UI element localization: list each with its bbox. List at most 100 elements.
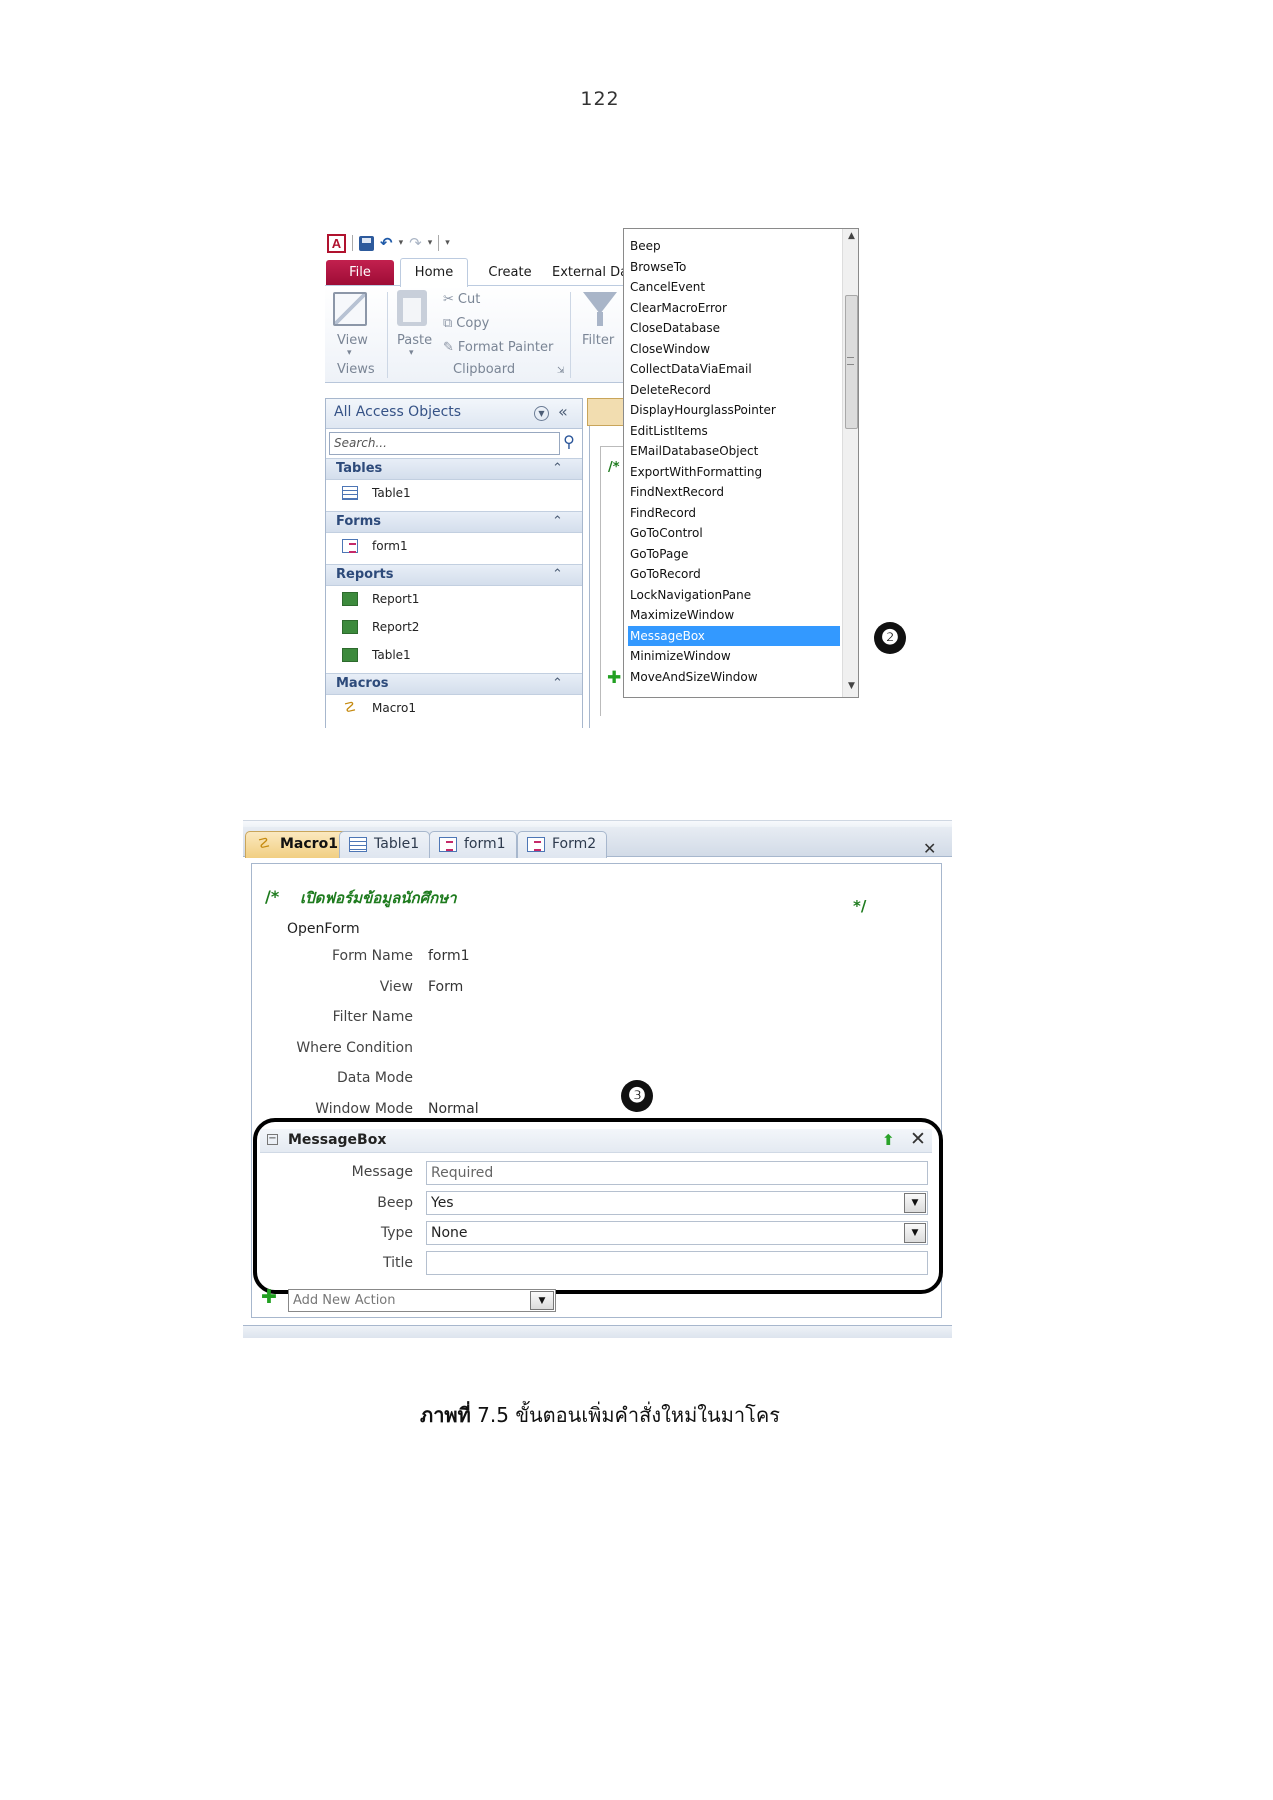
tab-form1[interactable]: form1 <box>429 831 517 858</box>
action-list-item[interactable]: GoToControl <box>628 523 840 543</box>
close-icon[interactable]: ✕ <box>923 839 936 858</box>
copy-button[interactable]: ⧉ Copy <box>443 316 489 331</box>
collapse-group-icon[interactable]: ⌃ <box>552 567 563 582</box>
tab-file[interactable]: File <box>326 260 394 285</box>
macro-tab[interactable] <box>587 398 627 426</box>
messagebox-message-input[interactable]: Required <box>426 1161 928 1185</box>
action-list-item[interactable]: ClearMacroError <box>628 298 840 318</box>
action-list-item[interactable]: GoToRecord <box>628 564 840 584</box>
action-list-item[interactable]: DeleteRecord <box>628 380 840 400</box>
chevron-down-icon[interactable]: ▼ <box>904 1223 926 1243</box>
customize-toolbar-icon[interactable]: ▾ <box>445 238 450 248</box>
tab-home[interactable]: Home <box>400 258 468 287</box>
scroll-up-icon[interactable]: ▲ <box>843 231 858 241</box>
scroll-grip <box>847 357 854 365</box>
collapse-group-icon[interactable]: ⌃ <box>552 514 563 529</box>
action-list-item[interactable]: GoToPage <box>628 544 840 564</box>
tab-create[interactable]: Create <box>480 260 540 285</box>
nav-group-macros[interactable]: Macros ⌃ <box>326 673 582 695</box>
view-icon[interactable] <box>333 292 367 326</box>
macro-comment-text[interactable]: เปิดฟอร์มข้อมูลนักศึกษา <box>300 886 457 910</box>
arg-value-window-mode[interactable]: Normal <box>428 1101 479 1117</box>
chevron-down-icon[interactable]: ▼ <box>534 406 549 421</box>
arg-label-where-condition: Where Condition <box>296 1040 413 1056</box>
view-dropdown-icon[interactable]: ▾ <box>347 348 352 358</box>
filter-icon[interactable] <box>583 292 617 326</box>
messagebox-type-select[interactable]: None ▼ <box>426 1221 928 1245</box>
search-icon[interactable]: ⚲ <box>558 432 580 455</box>
action-list-item[interactable]: FindRecord <box>628 503 840 523</box>
action-list-item[interactable]: CloseWindow <box>628 339 840 359</box>
view-button[interactable]: View <box>337 333 368 348</box>
action-list-item[interactable]: ExportWithFormatting <box>628 462 840 482</box>
chevron-down-icon[interactable]: ▼ <box>904 1193 926 1213</box>
report-icon <box>342 592 358 606</box>
action-list-item[interactable]: EMailDatabaseObject <box>628 441 840 461</box>
nav-group-reports[interactable]: Reports ⌃ <box>326 564 582 586</box>
nav-item-macro1[interactable]: ☡ Macro1 <box>326 695 582 723</box>
messagebox-title-input[interactable] <box>426 1251 928 1275</box>
nav-group-title: Reports <box>336 567 394 582</box>
save-icon[interactable] <box>359 235 374 251</box>
action-list-item[interactable]: MaximizeWindow <box>628 605 840 625</box>
collapse-group-icon[interactable]: ⌃ <box>552 461 563 476</box>
add-action-plus-icon[interactable]: ✚ <box>261 1286 277 1308</box>
nav-item-table1[interactable]: Table1 <box>326 480 582 508</box>
action-list-item[interactable]: MessageBox <box>628 625 840 646</box>
paste-dropdown-icon[interactable]: ▾ <box>409 348 414 358</box>
undo-icon[interactable]: ↶ <box>380 234 393 252</box>
redo-dropdown-icon[interactable]: ▾ <box>428 238 433 248</box>
action-list-item[interactable]: Beep <box>628 236 840 256</box>
clipboard-launcher-icon[interactable]: ⇲ <box>557 366 565 376</box>
nav-item-form1[interactable]: form1 <box>326 533 582 561</box>
move-up-arrow-icon[interactable]: ⬆ <box>882 1131 895 1149</box>
delete-action-icon[interactable]: ✕ <box>910 1128 926 1150</box>
action-list-item[interactable]: EditListItems <box>628 421 840 441</box>
arg-value-view[interactable]: Form <box>428 979 463 995</box>
cut-button[interactable]: ✂ Cut <box>443 292 480 307</box>
add-new-action-placeholder: Add New Action <box>293 1293 396 1308</box>
action-list-item[interactable]: FindNextRecord <box>628 482 840 502</box>
action-list-item[interactable]: LockNavigationPane <box>628 585 840 605</box>
messagebox-header[interactable]: − MessageBox ⬆ ✕ <box>260 1128 932 1153</box>
action-list-item[interactable]: CancelEvent <box>628 277 840 297</box>
nav-group-tables[interactable]: Tables ⌃ <box>326 458 582 480</box>
openform-action-title[interactable]: OpenForm <box>287 921 360 937</box>
tab-macro1[interactable]: ☡ Macro1 <box>245 831 349 858</box>
nav-item-report-table1[interactable]: Table1 <box>326 642 582 670</box>
nav-group-forms[interactable]: Forms ⌃ <box>326 511 582 533</box>
undo-dropdown-icon[interactable]: ▾ <box>399 238 404 248</box>
nav-item-report2[interactable]: Report2 <box>326 614 582 642</box>
action-dropdown-list[interactable]: Beep BrowseTo CancelEvent ClearMacroError Cl… <box>623 228 859 698</box>
chevron-down-icon[interactable]: ▼ <box>530 1291 554 1310</box>
action-list-item[interactable]: BrowseTo <box>628 257 840 277</box>
add-new-action-select[interactable]: Add New Action ▼ <box>288 1289 556 1312</box>
nav-item-report1[interactable]: Report1 <box>326 586 582 614</box>
paste-button[interactable]: Paste <box>397 333 432 348</box>
nav-pane-title: All Access Objects <box>334 404 462 420</box>
filter-button[interactable]: Filter <box>582 333 614 348</box>
tab-table1[interactable]: Table1 <box>339 831 431 858</box>
macro-icon: ☡ <box>257 836 271 852</box>
action-list-item[interactable]: CloseDatabase <box>628 318 840 338</box>
messagebox-action-block: − MessageBox ⬆ ✕ Message Required Beep Y… <box>260 1128 932 1291</box>
nav-pane-header[interactable]: All Access Objects ▼ « <box>326 399 582 429</box>
arg-value-form-name[interactable]: form1 <box>428 948 470 964</box>
collapse-group-icon[interactable]: ⌃ <box>552 676 563 691</box>
redo-icon[interactable]: ↷ <box>409 234 422 252</box>
scroll-down-icon[interactable]: ▼ <box>843 681 858 691</box>
paste-icon[interactable] <box>397 290 427 326</box>
scrollbar[interactable]: ▲ ▼ <box>842 229 858 697</box>
tab-form2[interactable]: Form2 <box>517 831 608 858</box>
messagebox-beep-select[interactable]: Yes ▼ <box>426 1191 928 1215</box>
add-action-plus-icon[interactable]: ✚ <box>607 668 621 688</box>
action-list-item[interactable]: CollectDataViaEmail <box>628 359 840 379</box>
action-list-item[interactable]: MoveAndSizeWindow <box>628 667 840 687</box>
action-list-item[interactable]: MinimizeWindow <box>628 646 840 666</box>
report-icon <box>342 620 358 634</box>
collapse-pane-icon[interactable]: « <box>558 402 568 421</box>
collapse-toggle-icon[interactable]: − <box>267 1134 278 1145</box>
action-list-item[interactable]: DisplayHourglassPointer <box>628 400 840 420</box>
format-painter-button[interactable]: ✎ Format Painter <box>443 340 553 355</box>
nav-search-input[interactable]: Search... <box>329 432 560 455</box>
